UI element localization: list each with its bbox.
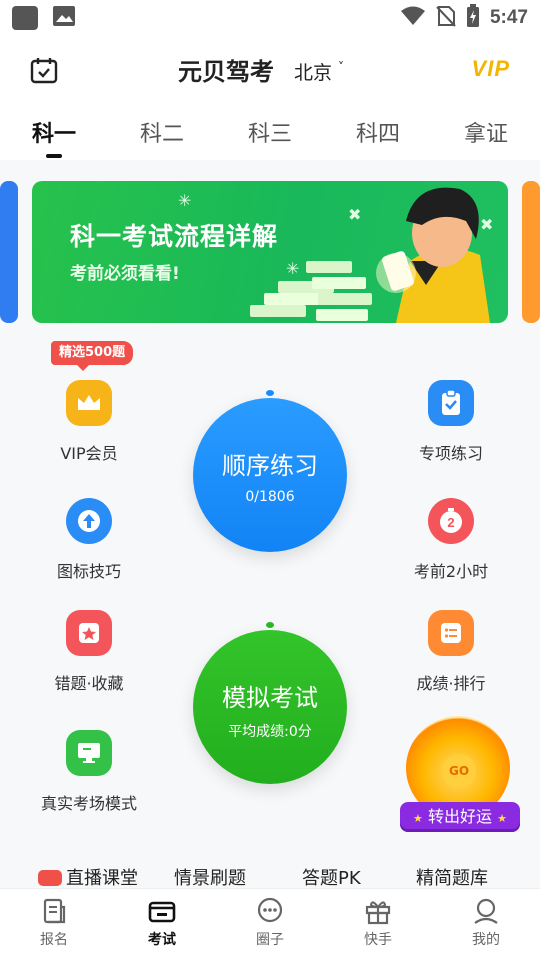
score-ranking-tile[interactable]: 成绩·排行 [386,610,516,694]
lucky-wheel-go: GO [442,754,476,788]
subject-tabs: 科一 科二 科三 科四 拿证 [0,108,540,158]
app-title: 元贝驾考 [178,58,274,86]
nav-signup-label: 报名 [40,932,68,948]
score-ranking-label: 成绩·排行 [416,674,486,693]
mock-exam-dot [266,622,274,628]
profile-icon [474,898,498,924]
sign-tips-label: 图标技巧 [56,562,121,581]
mistakes-favorites-tile[interactable]: 错题·收藏 [24,610,154,694]
clipboard-check-icon [428,380,474,426]
monitor-icon [66,730,112,776]
selected-500-badge: 精选500题 [51,341,134,371]
star-icon: ★ [413,812,423,825]
last-2-hours-label: 考前2小时 [413,562,489,581]
wifi-icon [400,6,426,30]
quick-links-row: 直播课堂 情景刷题 答题PK 精简题库 [0,862,540,888]
sign-tips-tile[interactable]: 图标技巧 [24,498,154,582]
banner-subtitle: 考前必须看看! [70,264,180,284]
order-practice-title: 顺序练习 [222,452,318,480]
nav-exam-label: 考试 [148,932,176,948]
vip-logo[interactable]: VIP [472,56,510,82]
topic-practice-tile[interactable]: 专项练习 [386,380,516,464]
order-practice-button[interactable]: 顺序练习 0/1806 [193,398,347,552]
quick-link-scenario[interactable]: 情景刷题 [174,864,246,888]
last-2-hours-tile[interactable]: 2 考前2小时 [386,498,516,582]
crown-icon [66,380,112,426]
nav-me[interactable]: 我的 [446,897,526,949]
nav-exam[interactable]: 考试 [122,897,202,949]
image-notification-icon [52,5,76,31]
document-icon [43,898,66,924]
city-selector[interactable]: 北京 [294,58,332,85]
topic-practice-label: 专项练习 [418,444,483,463]
banner-prev-peek[interactable] [0,181,18,323]
calendar-icon[interactable] [30,56,58,88]
nav-kuaishou[interactable]: 快手 [338,897,418,949]
star-bookmark-icon [66,610,112,656]
vip-member-label: VIP会员 [60,444,118,463]
lucky-wheel-widget[interactable]: GO ★ 转出好运 ★ [400,710,520,832]
tab-ke4[interactable]: 科四 [338,116,418,148]
active-tab-indicator [46,154,62,158]
battery-icon [466,4,480,32]
clock: 5:47 [489,7,528,28]
lucky-wheel-label: 转出好运 [427,807,492,826]
live-tv-icon [38,870,62,886]
vip-member-tile[interactable]: VIP会员 [24,380,154,464]
nav-community[interactable]: 圈子 [230,897,310,949]
gift-icon [365,901,391,925]
tab-ke1[interactable]: 科一 [14,116,94,148]
star-icon: ★ [497,812,507,825]
chat-bubble-icon [257,897,283,923]
chevron-down-icon[interactable]: ˅ [338,60,344,74]
banner-next-peek[interactable] [522,181,540,323]
mock-exam-button[interactable]: 模拟考试 平均成绩:0分 [193,630,347,784]
quick-link-live[interactable]: 直播课堂 [66,864,138,888]
svg-text:2: 2 [447,515,454,530]
real-exam-mode-label: 真实考场模式 [40,794,137,813]
quick-link-simplified[interactable]: 精简题库 [416,864,488,888]
timer-icon: 2 [428,498,474,544]
quick-link-pk[interactable]: 答题PK [302,864,361,888]
app-header: 元贝驾考 北京 ˅ VIP [0,40,540,98]
order-practice-progress: 0/1806 [245,489,295,505]
tab-ke2[interactable]: 科二 [122,116,202,148]
nav-signup[interactable]: 报名 [14,897,94,949]
nav-kuaishou-label: 快手 [364,932,392,948]
mock-exam-title: 模拟考试 [222,684,318,712]
nav-community-label: 圈子 [256,932,284,948]
mistakes-favorites-label: 错题·收藏 [54,674,124,693]
upload-arrow-icon [66,498,112,544]
lucky-wheel-button[interactable]: ★ 转出好运 ★ [400,802,520,832]
app-notification-icon [12,6,38,30]
banner-illustration [250,187,490,323]
no-sim-icon [436,5,456,31]
tab-ke3[interactable]: 科三 [230,116,310,148]
mock-exam-avg-score: 平均成绩:0分 [228,724,312,740]
tab-license[interactable]: 拿证 [446,116,526,148]
real-exam-mode-tile[interactable]: 真实考场模式 [24,730,154,814]
wallet-icon [148,901,176,923]
nav-me-label: 我的 [472,932,500,948]
list-icon [428,610,474,656]
promo-banner[interactable]: ✳ ✖ ✖ ✳ 科一考试流程详解 考前必须看看! [32,181,508,323]
bottom-nav: 报名 考试 圈子 快手 我的 [0,888,540,960]
order-practice-dot [266,390,274,396]
status-bar: 5:47 [0,0,540,36]
